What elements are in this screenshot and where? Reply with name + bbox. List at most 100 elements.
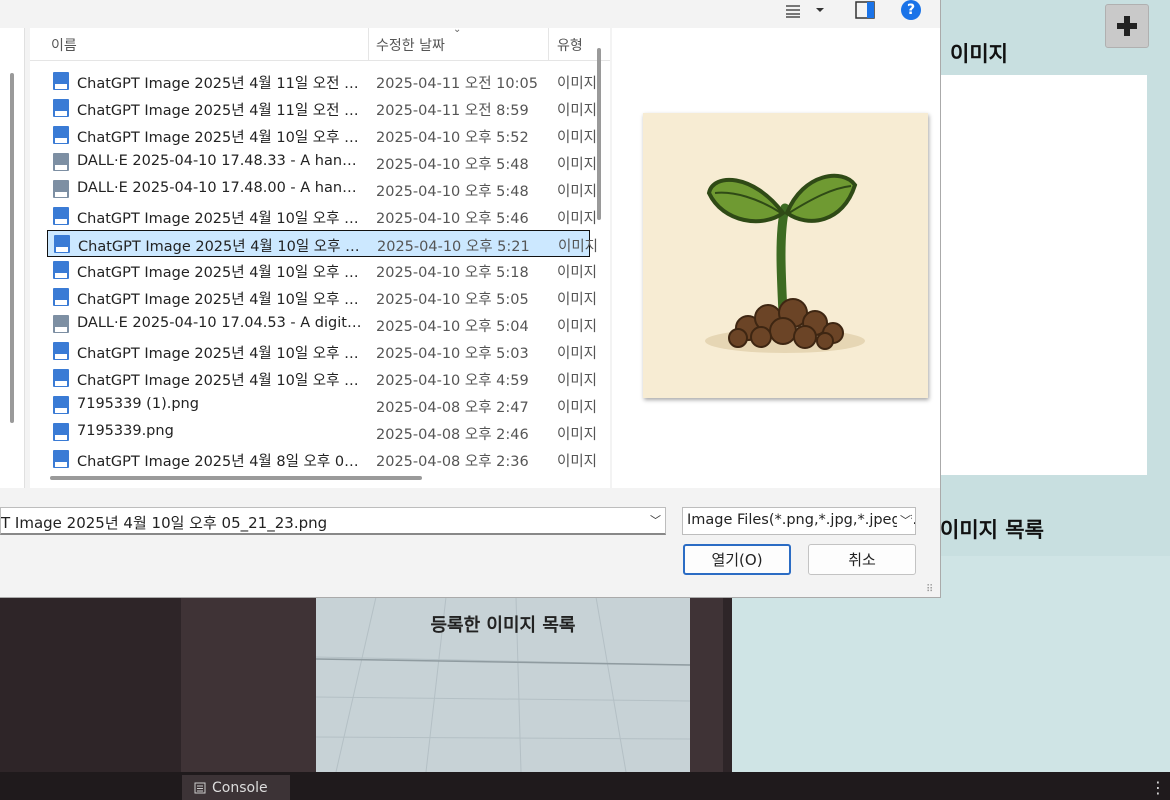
file-name: ChatGPT Image 2025년 4월 11일 오전 1...	[77, 76, 362, 92]
png-file-icon	[53, 207, 69, 225]
column-header-modified[interactable]: 수정한 날짜	[376, 35, 445, 55]
file-type: 이미지	[557, 76, 598, 92]
file-modified-date: 2025-04-10 오후 5:05	[376, 292, 529, 308]
file-list-horizontal-scrollbar[interactable]	[50, 476, 422, 480]
file-modified-date: 2025-04-11 오전 8:59	[376, 103, 529, 119]
filename-input[interactable]: T Image 2025년 4월 10일 오후 05_21_23.png ﹀	[0, 507, 666, 535]
file-name: DALL·E 2025-04-10 17.48.33 - A hand-dr..…	[77, 153, 362, 169]
image-preview-area	[938, 75, 1147, 475]
file-modified-date: 2025-04-10 오후 5:03	[376, 346, 529, 362]
file-row[interactable]: ChatGPT Image 2025년 4월 10일 오후 0... 2025-0…	[30, 203, 597, 230]
file-list-header: 이름 수정한 날짜 ⌄ 유형	[30, 28, 610, 61]
file-type: 이미지	[558, 239, 599, 255]
file-row[interactable]: ChatGPT Image 2025년 4월 10일 오후 0... 2025-0…	[30, 122, 597, 149]
file-row[interactable]: ChatGPT Image 2025년 4월 11일 오전 0... 2025-0…	[30, 95, 597, 122]
file-row[interactable]: 7195339.png 2025-04-08 오후 2:46 이미지	[30, 419, 597, 446]
resize-grip-icon[interactable]: ⠿	[926, 584, 933, 595]
file-name: ChatGPT Image 2025년 4월 10일 오후 0...	[77, 265, 362, 281]
file-modified-date: 2025-04-10 오후 5:48	[376, 157, 529, 173]
webp-file-icon	[53, 315, 69, 333]
file-name: ChatGPT Image 2025년 4월 10일 오후 0...	[77, 373, 362, 389]
png-file-icon	[53, 288, 69, 306]
file-modified-date: 2025-04-08 오후 2:36	[376, 454, 529, 470]
column-header-name[interactable]: 이름	[51, 35, 77, 55]
scene-canvas[interactable]: 등록한 이미지 목록	[316, 597, 690, 772]
file-name: ChatGPT Image 2025년 4월 10일 오후 0...	[77, 130, 362, 146]
file-name: ChatGPT Image 2025년 4월 11일 오전 0...	[77, 103, 362, 119]
view-dropdown-icon[interactable]	[815, 6, 825, 14]
chevron-down-icon[interactable]: ﹀	[897, 512, 911, 528]
file-name: ChatGPT Image 2025년 4월 10일 오후 0...	[78, 239, 363, 255]
file-name: 7195339 (1).png	[77, 396, 199, 412]
file-type: 이미지	[557, 157, 598, 173]
preview-pane-icon[interactable]	[855, 1, 875, 19]
file-row[interactable]: ChatGPT Image 2025년 4월 10일 오후 0... 2025-0…	[47, 230, 598, 257]
file-row[interactable]: ChatGPT Image 2025년 4월 10일 오후 0... 2025-0…	[30, 338, 597, 365]
png-file-icon	[53, 72, 69, 90]
file-name: DALL·E 2025-04-10 17.48.00 - A hand-dr..…	[77, 180, 362, 196]
file-list-vertical-scrollbar[interactable]	[597, 48, 601, 220]
navigation-scrollbar[interactable]	[10, 73, 14, 423]
file-type: 이미지	[557, 319, 598, 335]
column-header-type[interactable]: 유형	[557, 35, 583, 55]
help-icon[interactable]: ?	[901, 0, 921, 20]
file-row[interactable]: ChatGPT Image 2025년 4월 8일 오후 02... 2025-0…	[30, 446, 597, 473]
file-modified-date: 2025-04-08 오후 2:46	[376, 427, 529, 443]
sort-chevron-icon: ⌄	[453, 28, 462, 35]
filetype-select[interactable]: Image Files(*.png,*.jpg,*.jpeg,*.j ﹀	[682, 507, 916, 535]
png-file-icon	[53, 423, 69, 441]
column-separator[interactable]	[548, 28, 549, 60]
registered-image-title: 이미지	[950, 42, 1008, 66]
file-modified-date: 2025-04-10 오후 5:48	[376, 184, 529, 200]
more-options-icon[interactable]: ⋮	[1150, 778, 1166, 797]
file-type: 이미지	[557, 211, 598, 227]
file-row[interactable]: DALL·E 2025-04-10 17.04.53 - A digital i…	[30, 311, 597, 338]
png-file-icon	[53, 99, 69, 117]
file-type: 이미지	[557, 292, 598, 308]
file-modified-date: 2025-04-10 오후 5:04	[376, 319, 529, 335]
file-type: 이미지	[557, 103, 598, 119]
webp-file-icon	[53, 153, 69, 171]
png-file-icon	[53, 450, 69, 468]
file-type: 이미지	[557, 346, 598, 362]
file-type: 이미지	[557, 184, 598, 200]
console-tab-label: Console	[212, 779, 268, 796]
sprout-preview-image	[643, 113, 928, 398]
file-row[interactable]: ChatGPT Image 2025년 4월 10일 오후 0... 2025-0…	[30, 365, 597, 392]
file-modified-date: 2025-04-10 오후 4:59	[376, 373, 529, 389]
file-row[interactable]: DALL·E 2025-04-10 17.48.00 - A hand-dr..…	[30, 176, 597, 203]
view-options-icon[interactable]	[785, 2, 801, 18]
file-name: ChatGPT Image 2025년 4월 10일 오후 0...	[77, 292, 362, 308]
file-type: 이미지	[557, 373, 598, 389]
file-list: 이름 수정한 날짜 ⌄ 유형 ChatGPT Image 2025년 4월 11…	[30, 28, 610, 488]
open-button[interactable]: 열기(O)	[683, 544, 791, 575]
file-modified-date: 2025-04-10 오후 5:18	[376, 265, 529, 281]
file-row[interactable]: DALL·E 2025-04-10 17.48.33 - A hand-dr..…	[30, 149, 597, 176]
file-name: 7195339.png	[77, 423, 174, 439]
cancel-button[interactable]: 취소	[808, 544, 916, 575]
file-open-dialog: ? 이름 수정한 날짜 ⌄ 유형 ChatGPT Image 2025년 4월 …	[0, 0, 941, 598]
add-image-button[interactable]	[1105, 4, 1149, 48]
tab-console[interactable]: Console	[182, 775, 290, 800]
file-row[interactable]: ChatGPT Image 2025년 4월 11일 오전 1... 2025-0…	[30, 68, 597, 95]
png-file-icon	[53, 126, 69, 144]
file-modified-date: 2025-04-10 오후 5:46	[376, 211, 529, 227]
navigation-pane	[0, 28, 25, 488]
file-type: 이미지	[557, 265, 598, 281]
chevron-down-icon[interactable]: ﹀	[650, 512, 661, 528]
file-type: 이미지	[557, 400, 598, 416]
bottom-bar	[0, 772, 1170, 800]
filetype-value: Image Files(*.png,*.jpg,*.jpeg,*.j	[687, 512, 916, 528]
png-file-icon	[53, 342, 69, 360]
file-name: ChatGPT Image 2025년 4월 8일 오후 02...	[77, 454, 362, 470]
file-modified-date: 2025-04-11 오전 10:05	[376, 76, 538, 92]
file-row[interactable]: 7195339 (1).png 2025-04-08 오후 2:47 이미지	[30, 392, 597, 419]
column-separator[interactable]	[368, 28, 369, 60]
scene-title: 등록한 이미지 목록	[430, 615, 576, 636]
image-list-title: 이미지 목록	[940, 518, 1044, 542]
png-file-icon	[54, 235, 70, 253]
dialog-toolbar: ?	[785, 0, 921, 20]
file-row[interactable]: ChatGPT Image 2025년 4월 10일 오후 0... 2025-0…	[30, 284, 597, 311]
file-type: 이미지	[557, 130, 598, 146]
file-row[interactable]: ChatGPT Image 2025년 4월 10일 오후 0... 2025-0…	[30, 257, 597, 284]
